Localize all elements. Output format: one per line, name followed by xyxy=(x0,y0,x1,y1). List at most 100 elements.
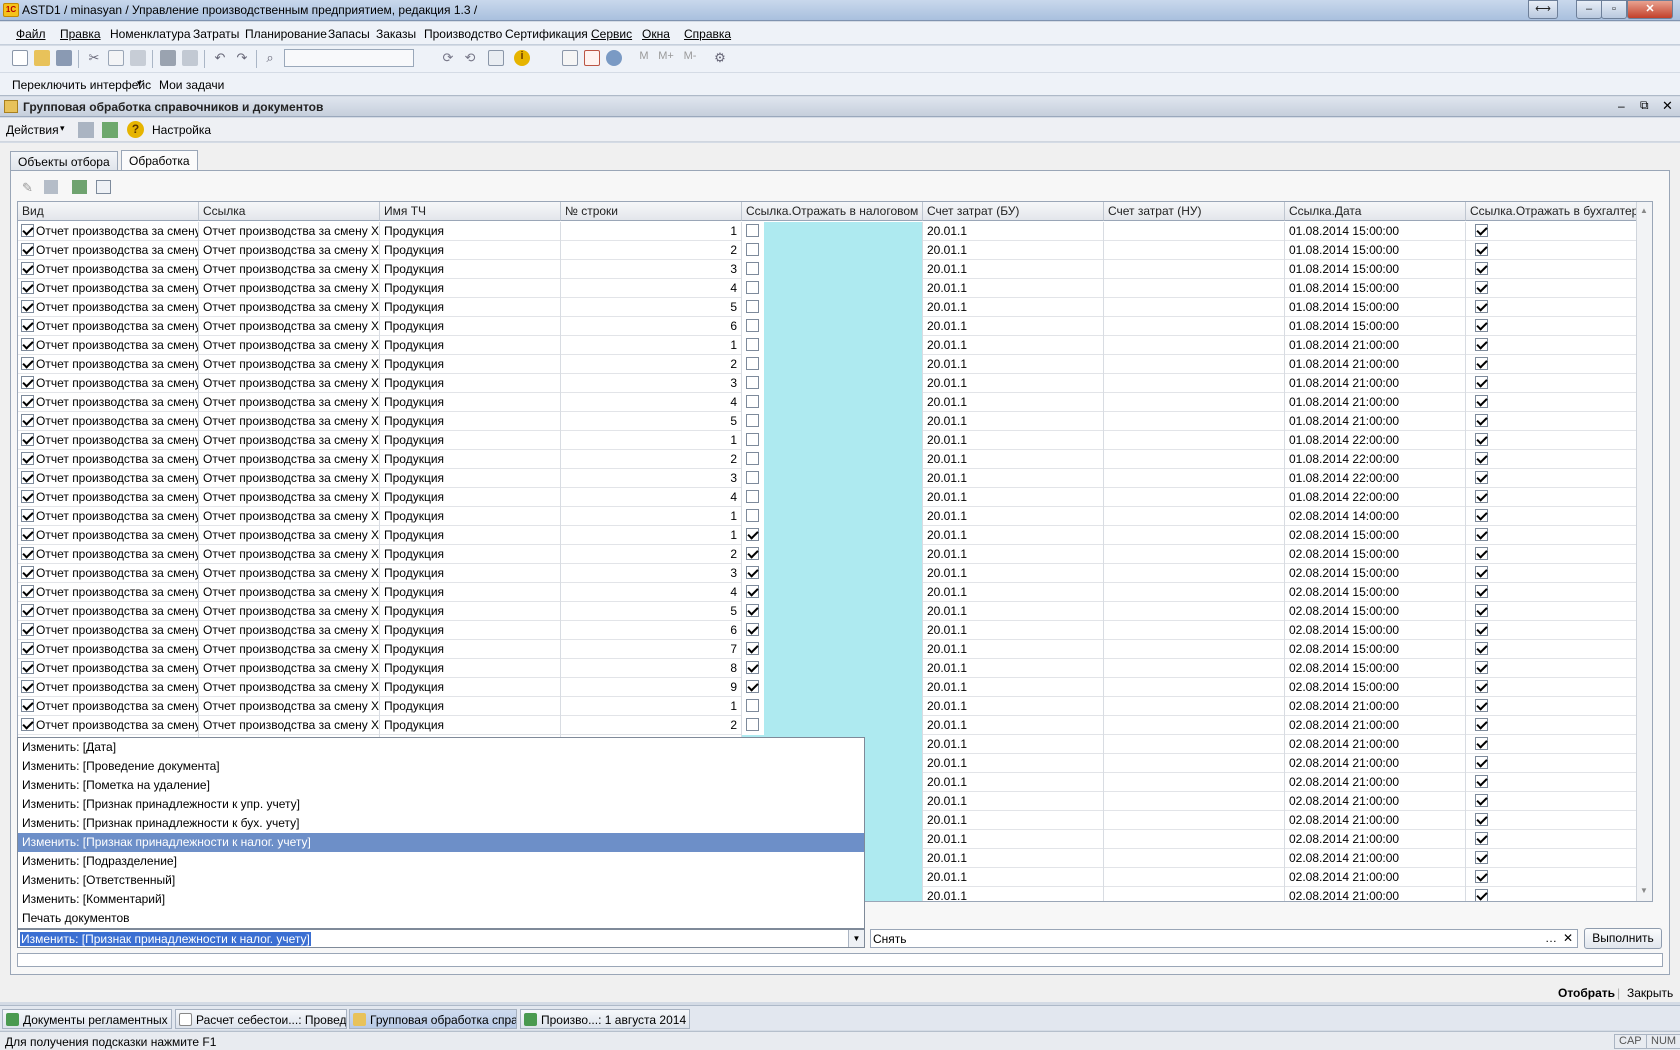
menu-windows[interactable]: Окна xyxy=(642,27,670,41)
tax-flag-checkbox[interactable] xyxy=(746,566,759,580)
cell-kind[interactable]: Отчет производства за смену xyxy=(18,583,199,602)
acc-flag-checkbox[interactable] xyxy=(1475,300,1488,314)
cell-cost-account-nu[interactable] xyxy=(1104,754,1285,773)
row-checkbox[interactable] xyxy=(21,490,34,504)
row-checkbox[interactable] xyxy=(21,376,34,390)
cell-tax-flag[interactable] xyxy=(742,260,923,279)
form-minimize-button[interactable]: – xyxy=(1618,99,1625,113)
acc-flag-checkbox[interactable] xyxy=(1475,376,1488,390)
table-row[interactable]: Отчет производства за сменуОтчет произво… xyxy=(18,564,1637,583)
cell-ref[interactable]: Отчет производства за смену Х... xyxy=(199,279,380,298)
cell-row-number[interactable]: 7 xyxy=(561,640,742,659)
acc-flag-checkbox[interactable] xyxy=(1475,566,1488,580)
acc-flag-checkbox[interactable] xyxy=(1475,813,1488,827)
cell-cost-account-bu[interactable]: 20.01.1 xyxy=(923,222,1104,241)
cell-kind[interactable]: Отчет производства за смену xyxy=(18,697,199,716)
cell-row-number[interactable]: 3 xyxy=(561,564,742,583)
cell-kind[interactable]: Отчет производства за смену xyxy=(18,298,199,317)
row-checkbox[interactable] xyxy=(21,680,34,694)
cell-ref[interactable]: Отчет производства за смену Х... xyxy=(199,469,380,488)
cell-cost-account-nu[interactable] xyxy=(1104,735,1285,754)
row-checkbox[interactable] xyxy=(21,243,34,257)
menu-service[interactable]: Сервис xyxy=(591,27,632,41)
cell-kind[interactable]: Отчет производства за смену xyxy=(18,488,199,507)
cell-tch[interactable]: Продукция xyxy=(380,317,561,336)
table-row[interactable]: Отчет производства за сменуОтчет произво… xyxy=(18,507,1637,526)
cell-acc-flag[interactable] xyxy=(1466,735,1637,754)
cell-tax-flag[interactable] xyxy=(742,583,923,602)
cell-date[interactable]: 02.08.2014 21:00:00 xyxy=(1285,754,1466,773)
acc-flag-checkbox[interactable] xyxy=(1475,642,1488,656)
cell-row-number[interactable]: 3 xyxy=(561,260,742,279)
cell-tax-flag[interactable] xyxy=(742,374,923,393)
cell-acc-flag[interactable] xyxy=(1466,222,1637,241)
cell-cost-account-bu[interactable]: 20.01.1 xyxy=(923,602,1104,621)
my-tasks-button[interactable]: Мои задачи xyxy=(159,78,224,92)
column-header-cost-account-nu[interactable]: Счет затрат (НУ) xyxy=(1104,202,1285,221)
cell-tch[interactable]: Продукция xyxy=(380,678,561,697)
cell-acc-flag[interactable] xyxy=(1466,697,1637,716)
cell-cost-account-nu[interactable] xyxy=(1104,488,1285,507)
cell-ref[interactable]: Отчет производства за смену Х... xyxy=(199,241,380,260)
cell-acc-flag[interactable] xyxy=(1466,393,1637,412)
cell-ref[interactable]: Отчет производства за смену Х... xyxy=(199,564,380,583)
memory-plus-icon[interactable]: M+ xyxy=(656,50,676,66)
cell-date[interactable]: 02.08.2014 15:00:00 xyxy=(1285,659,1466,678)
cell-date[interactable]: 02.08.2014 15:00:00 xyxy=(1285,602,1466,621)
cell-cost-account-bu[interactable]: 20.01.1 xyxy=(923,564,1104,583)
cell-ref[interactable]: Отчет производства за смену Х... xyxy=(199,488,380,507)
cell-cost-account-nu[interactable] xyxy=(1104,811,1285,830)
row-checkbox[interactable] xyxy=(21,509,34,523)
cell-date[interactable]: 02.08.2014 15:00:00 xyxy=(1285,583,1466,602)
cell-acc-flag[interactable] xyxy=(1466,526,1637,545)
cell-cost-account-nu[interactable] xyxy=(1104,564,1285,583)
cell-cost-account-nu[interactable] xyxy=(1104,317,1285,336)
memory-m-icon[interactable]: M xyxy=(636,50,652,66)
menu-nomenclature[interactable]: Номенклатура xyxy=(110,27,191,41)
cell-kind[interactable]: Отчет производства за смену xyxy=(18,260,199,279)
menu-stocks[interactable]: Запасы xyxy=(328,27,370,41)
tax-flag-checkbox[interactable] xyxy=(746,718,759,732)
cell-row-number[interactable]: 2 xyxy=(561,241,742,260)
cell-date[interactable]: 02.08.2014 21:00:00 xyxy=(1285,792,1466,811)
cell-tax-flag[interactable] xyxy=(742,602,923,621)
cell-cost-account-bu[interactable]: 20.01.1 xyxy=(923,792,1104,811)
cell-cost-account-nu[interactable] xyxy=(1104,868,1285,887)
tax-flag-checkbox[interactable] xyxy=(746,490,759,504)
cell-cost-account-nu[interactable] xyxy=(1104,830,1285,849)
cell-cost-account-nu[interactable] xyxy=(1104,336,1285,355)
cell-cost-account-nu[interactable] xyxy=(1104,469,1285,488)
cell-tch[interactable]: Продукция xyxy=(380,602,561,621)
maximize-button[interactable]: ▫ xyxy=(1601,0,1627,19)
cell-date[interactable]: 02.08.2014 21:00:00 xyxy=(1285,773,1466,792)
cell-cost-account-bu[interactable]: 20.01.1 xyxy=(923,488,1104,507)
tax-flag-checkbox[interactable] xyxy=(746,623,759,637)
cell-kind[interactable]: Отчет производства за смену xyxy=(18,241,199,260)
cell-kind[interactable]: Отчет производства за смену xyxy=(18,450,199,469)
cell-ref[interactable]: Отчет производства за смену Х... xyxy=(199,222,380,241)
tax-flag-checkbox[interactable] xyxy=(746,243,759,257)
cell-acc-flag[interactable] xyxy=(1466,412,1637,431)
cell-cost-account-nu[interactable] xyxy=(1104,393,1285,412)
tax-flag-checkbox[interactable] xyxy=(746,547,759,561)
cell-ref[interactable]: Отчет производства за смену Х... xyxy=(199,678,380,697)
cell-ref[interactable]: Отчет производства за смену Х... xyxy=(199,526,380,545)
save-icon[interactable] xyxy=(56,50,72,66)
table-row[interactable]: Отчет производства за сменуОтчет произво… xyxy=(18,336,1637,355)
table-row[interactable]: Отчет производства за сменуОтчет произво… xyxy=(18,241,1637,260)
menu-costs[interactable]: Затраты xyxy=(193,27,239,41)
cut-icon[interactable]: ✂ xyxy=(86,50,102,66)
dropdown-item[interactable]: Изменить: [Проведение документа] xyxy=(18,757,864,776)
cell-cost-account-nu[interactable] xyxy=(1104,526,1285,545)
acc-flag-checkbox[interactable] xyxy=(1475,395,1488,409)
cell-ref[interactable]: Отчет производства за смену Х... xyxy=(199,412,380,431)
cell-cost-account-bu[interactable]: 20.01.1 xyxy=(923,374,1104,393)
table-row[interactable]: Отчет производства за сменуОтчет произво… xyxy=(18,621,1637,640)
cell-tax-flag[interactable] xyxy=(742,621,923,640)
cell-acc-flag[interactable] xyxy=(1466,754,1637,773)
table-row[interactable]: Отчет производства за сменуОтчет произво… xyxy=(18,374,1637,393)
cell-row-number[interactable]: 1 xyxy=(561,431,742,450)
cell-kind[interactable]: Отчет производства за смену xyxy=(18,526,199,545)
cell-ref[interactable]: Отчет производства за смену Х... xyxy=(199,716,380,735)
acc-flag-checkbox[interactable] xyxy=(1475,452,1488,466)
